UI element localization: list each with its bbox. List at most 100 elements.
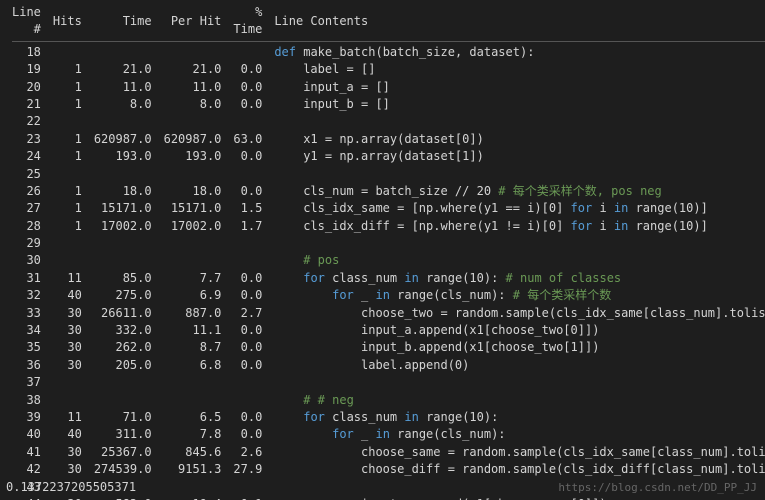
col-time: Time: [88, 4, 158, 40]
code-cell: x1 = np.array(dataset[0]): [268, 131, 765, 148]
table-row: 413025367.0845.62.6 choose_same = random…: [6, 444, 765, 461]
cell: [47, 166, 88, 183]
cell: 30: [47, 444, 88, 461]
cell: 19.4: [158, 496, 228, 500]
cell: 0.0: [227, 270, 268, 287]
cell: 6.9: [158, 287, 228, 304]
cell: 0.0: [227, 287, 268, 304]
code-cell: input_b.append(x1[choose_two[1]]): [268, 339, 765, 356]
cell: 275.0: [88, 287, 158, 304]
cell: 30: [47, 339, 88, 356]
cell: [47, 252, 88, 269]
cell: 20: [6, 79, 47, 96]
cell: 33: [6, 305, 47, 322]
cell: [227, 235, 268, 252]
cell: [47, 113, 88, 130]
cell: 30: [47, 305, 88, 322]
cell: 1.5: [227, 200, 268, 217]
cell: 40: [47, 426, 88, 443]
cell: [158, 113, 228, 130]
cell: [227, 113, 268, 130]
cell: 21: [6, 96, 47, 113]
cell: 36: [6, 357, 47, 374]
cell: 193.0: [158, 148, 228, 165]
table-row: 391171.06.50.0 for class_num in range(10…: [6, 409, 765, 426]
cell: 39: [6, 409, 47, 426]
col-line: Line #: [6, 4, 47, 40]
code-cell: [268, 113, 765, 130]
cell: 1: [47, 96, 88, 113]
code-cell: cls_idx_same = [np.where(y1 == i)[0] for…: [268, 200, 765, 217]
code-cell: def make_batch(batch_size, dataset):: [268, 44, 765, 61]
cell: 620987.0: [88, 131, 158, 148]
cell: 15171.0: [88, 200, 158, 217]
code-cell: y1 = np.array(dataset[1]): [268, 148, 765, 165]
code-cell: for _ in range(cls_num):: [268, 426, 765, 443]
code-cell: choose_same = random.sample(cls_idx_same…: [268, 444, 765, 461]
cell: 30: [47, 496, 88, 500]
footer-number: 0.1372237205505371: [6, 479, 136, 496]
code-cell: choose_diff = random.sample(cls_idx_diff…: [268, 461, 765, 478]
cell: 7.8: [158, 426, 228, 443]
table-row: 3530262.08.70.0 input_b.append(x1[choose…: [6, 339, 765, 356]
table-row: 37: [6, 374, 765, 391]
cell: 42: [6, 461, 47, 478]
header-row: Line # Hits Time Per Hit % Time Line Con…: [6, 4, 765, 40]
cell: 9151.3: [158, 461, 228, 478]
cell: 1: [47, 79, 88, 96]
table-row: 3430332.011.10.0 input_a.append(x1[choos…: [6, 322, 765, 339]
cell: 262.0: [88, 339, 158, 356]
cell: 11: [47, 409, 88, 426]
col-contents: Line Contents: [268, 4, 765, 40]
cell: 193.0: [88, 148, 158, 165]
cell: 17002.0: [158, 218, 228, 235]
cell: 0.1: [227, 496, 268, 500]
cell: 0.0: [227, 61, 268, 78]
code-cell: [268, 166, 765, 183]
cell: [227, 479, 268, 496]
code-cell: [268, 235, 765, 252]
cell: 30: [47, 357, 88, 374]
cell: [158, 235, 228, 252]
cell: 25: [6, 166, 47, 183]
cell: 27: [6, 200, 47, 217]
cell: 0.0: [227, 79, 268, 96]
cell: 845.6: [158, 444, 228, 461]
cell: 24: [6, 148, 47, 165]
cell: 18.0: [88, 183, 158, 200]
col-per-hit: Per Hit: [158, 4, 228, 40]
code-cell: for class_num in range(10): # num of cla…: [268, 270, 765, 287]
code-cell: # pos: [268, 252, 765, 269]
table-row: 20111.011.00.0 input_a = []: [6, 79, 765, 96]
cell: 0.0: [227, 96, 268, 113]
cell: 71.0: [88, 409, 158, 426]
table-row: 241193.0193.00.0 y1 = np.array(dataset[1…: [6, 148, 765, 165]
cell: 11.0: [158, 79, 228, 96]
cell: 85.0: [88, 270, 158, 287]
cell: [88, 44, 158, 61]
cell: 2.6: [227, 444, 268, 461]
code-cell: cls_idx_diff = [np.where(y1 != i)[0] for…: [268, 218, 765, 235]
table-row: 29: [6, 235, 765, 252]
table-row: 27115171.015171.01.5 cls_idx_same = [np.…: [6, 200, 765, 217]
cell: [88, 166, 158, 183]
cell: 29: [6, 235, 47, 252]
cell: 332.0: [88, 322, 158, 339]
cell: [88, 113, 158, 130]
cell: 44: [6, 496, 47, 500]
cell: 8.0: [88, 96, 158, 113]
cell: 7.7: [158, 270, 228, 287]
cell: [88, 252, 158, 269]
cell: 11: [47, 270, 88, 287]
cell: 15171.0: [158, 200, 228, 217]
cell: 311.0: [88, 426, 158, 443]
cell: 8.7: [158, 339, 228, 356]
cell: 1: [47, 200, 88, 217]
cell: [47, 44, 88, 61]
table-row: 19121.021.00.0 label = []: [6, 61, 765, 78]
cell: 25367.0: [88, 444, 158, 461]
cell: [227, 252, 268, 269]
cell: 19: [6, 61, 47, 78]
cell: 41: [6, 444, 47, 461]
cell: 40: [6, 426, 47, 443]
